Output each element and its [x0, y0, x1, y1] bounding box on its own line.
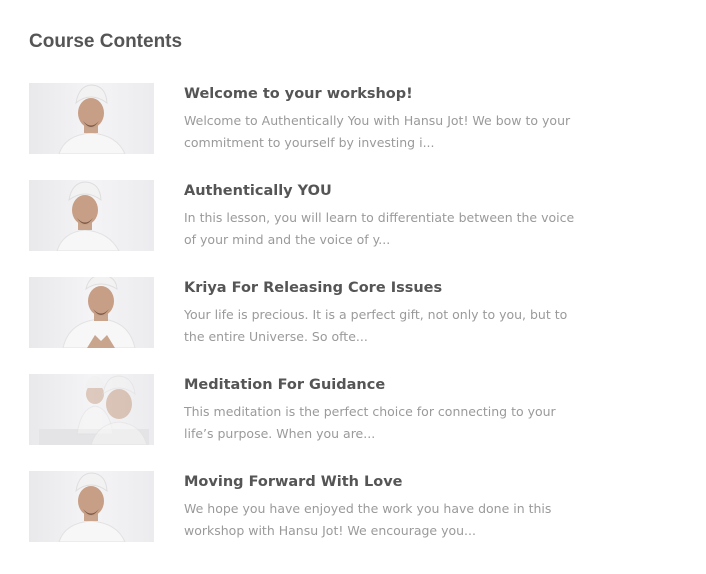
lesson-title[interactable]: Meditation For Guidance — [184, 376, 584, 394]
lesson-title[interactable]: Authentically YOU — [184, 182, 584, 200]
course-contents-page: Course Contents Welcome to your workshop… — [0, 0, 706, 574]
lesson-text: Meditation For Guidance This meditation … — [184, 374, 584, 445]
course-contents-heading: Course Contents — [29, 31, 183, 52]
person-thumbnail-icon — [58, 472, 126, 542]
lesson-item-3[interactable]: Kriya For Releasing Core Issues Your lif… — [29, 277, 589, 348]
lesson-thumbnail[interactable] — [29, 374, 154, 445]
lesson-thumbnail[interactable] — [29, 83, 154, 154]
lesson-text: Welcome to your workshop! Welcome to Aut… — [184, 83, 584, 154]
lesson-item-1[interactable]: Welcome to your workshop! Welcome to Aut… — [29, 83, 589, 154]
lesson-list: Welcome to your workshop! Welcome to Aut… — [29, 83, 589, 568]
lesson-item-4[interactable]: Meditation For Guidance This meditation … — [29, 374, 589, 445]
lesson-text: Moving Forward With Love We hope you hav… — [184, 471, 584, 542]
lesson-thumbnail[interactable] — [29, 471, 154, 542]
lesson-description: This meditation is the perfect choice fo… — [184, 404, 556, 441]
person-thumbnail-icon — [58, 84, 126, 154]
lesson-title[interactable]: Kriya For Releasing Core Issues — [184, 279, 584, 297]
lesson-thumbnail[interactable] — [29, 277, 154, 348]
person-thumbnail-icon — [62, 277, 136, 348]
lesson-item-2[interactable]: Authentically YOU In this lesson, you wi… — [29, 180, 589, 251]
lesson-title[interactable]: Moving Forward With Love — [184, 473, 584, 491]
lesson-title[interactable]: Welcome to your workshop! — [184, 85, 584, 103]
lesson-description: Your life is precious. It is a perfect g… — [184, 307, 568, 344]
lesson-thumbnail[interactable] — [29, 180, 154, 251]
lesson-item-5[interactable]: Moving Forward With Love We hope you hav… — [29, 471, 589, 542]
lesson-description: We hope you have enjoyed the work you ha… — [184, 501, 552, 538]
lesson-text: Kriya For Releasing Core Issues Your lif… — [184, 277, 584, 348]
person-thumbnail-icon — [39, 375, 149, 445]
lesson-description: In this lesson, you will learn to differ… — [184, 210, 575, 247]
lesson-text: Authentically YOU In this lesson, you wi… — [184, 180, 584, 251]
person-thumbnail-icon — [56, 181, 120, 251]
lesson-description: Welcome to Authentically You with Hansu … — [184, 113, 571, 150]
